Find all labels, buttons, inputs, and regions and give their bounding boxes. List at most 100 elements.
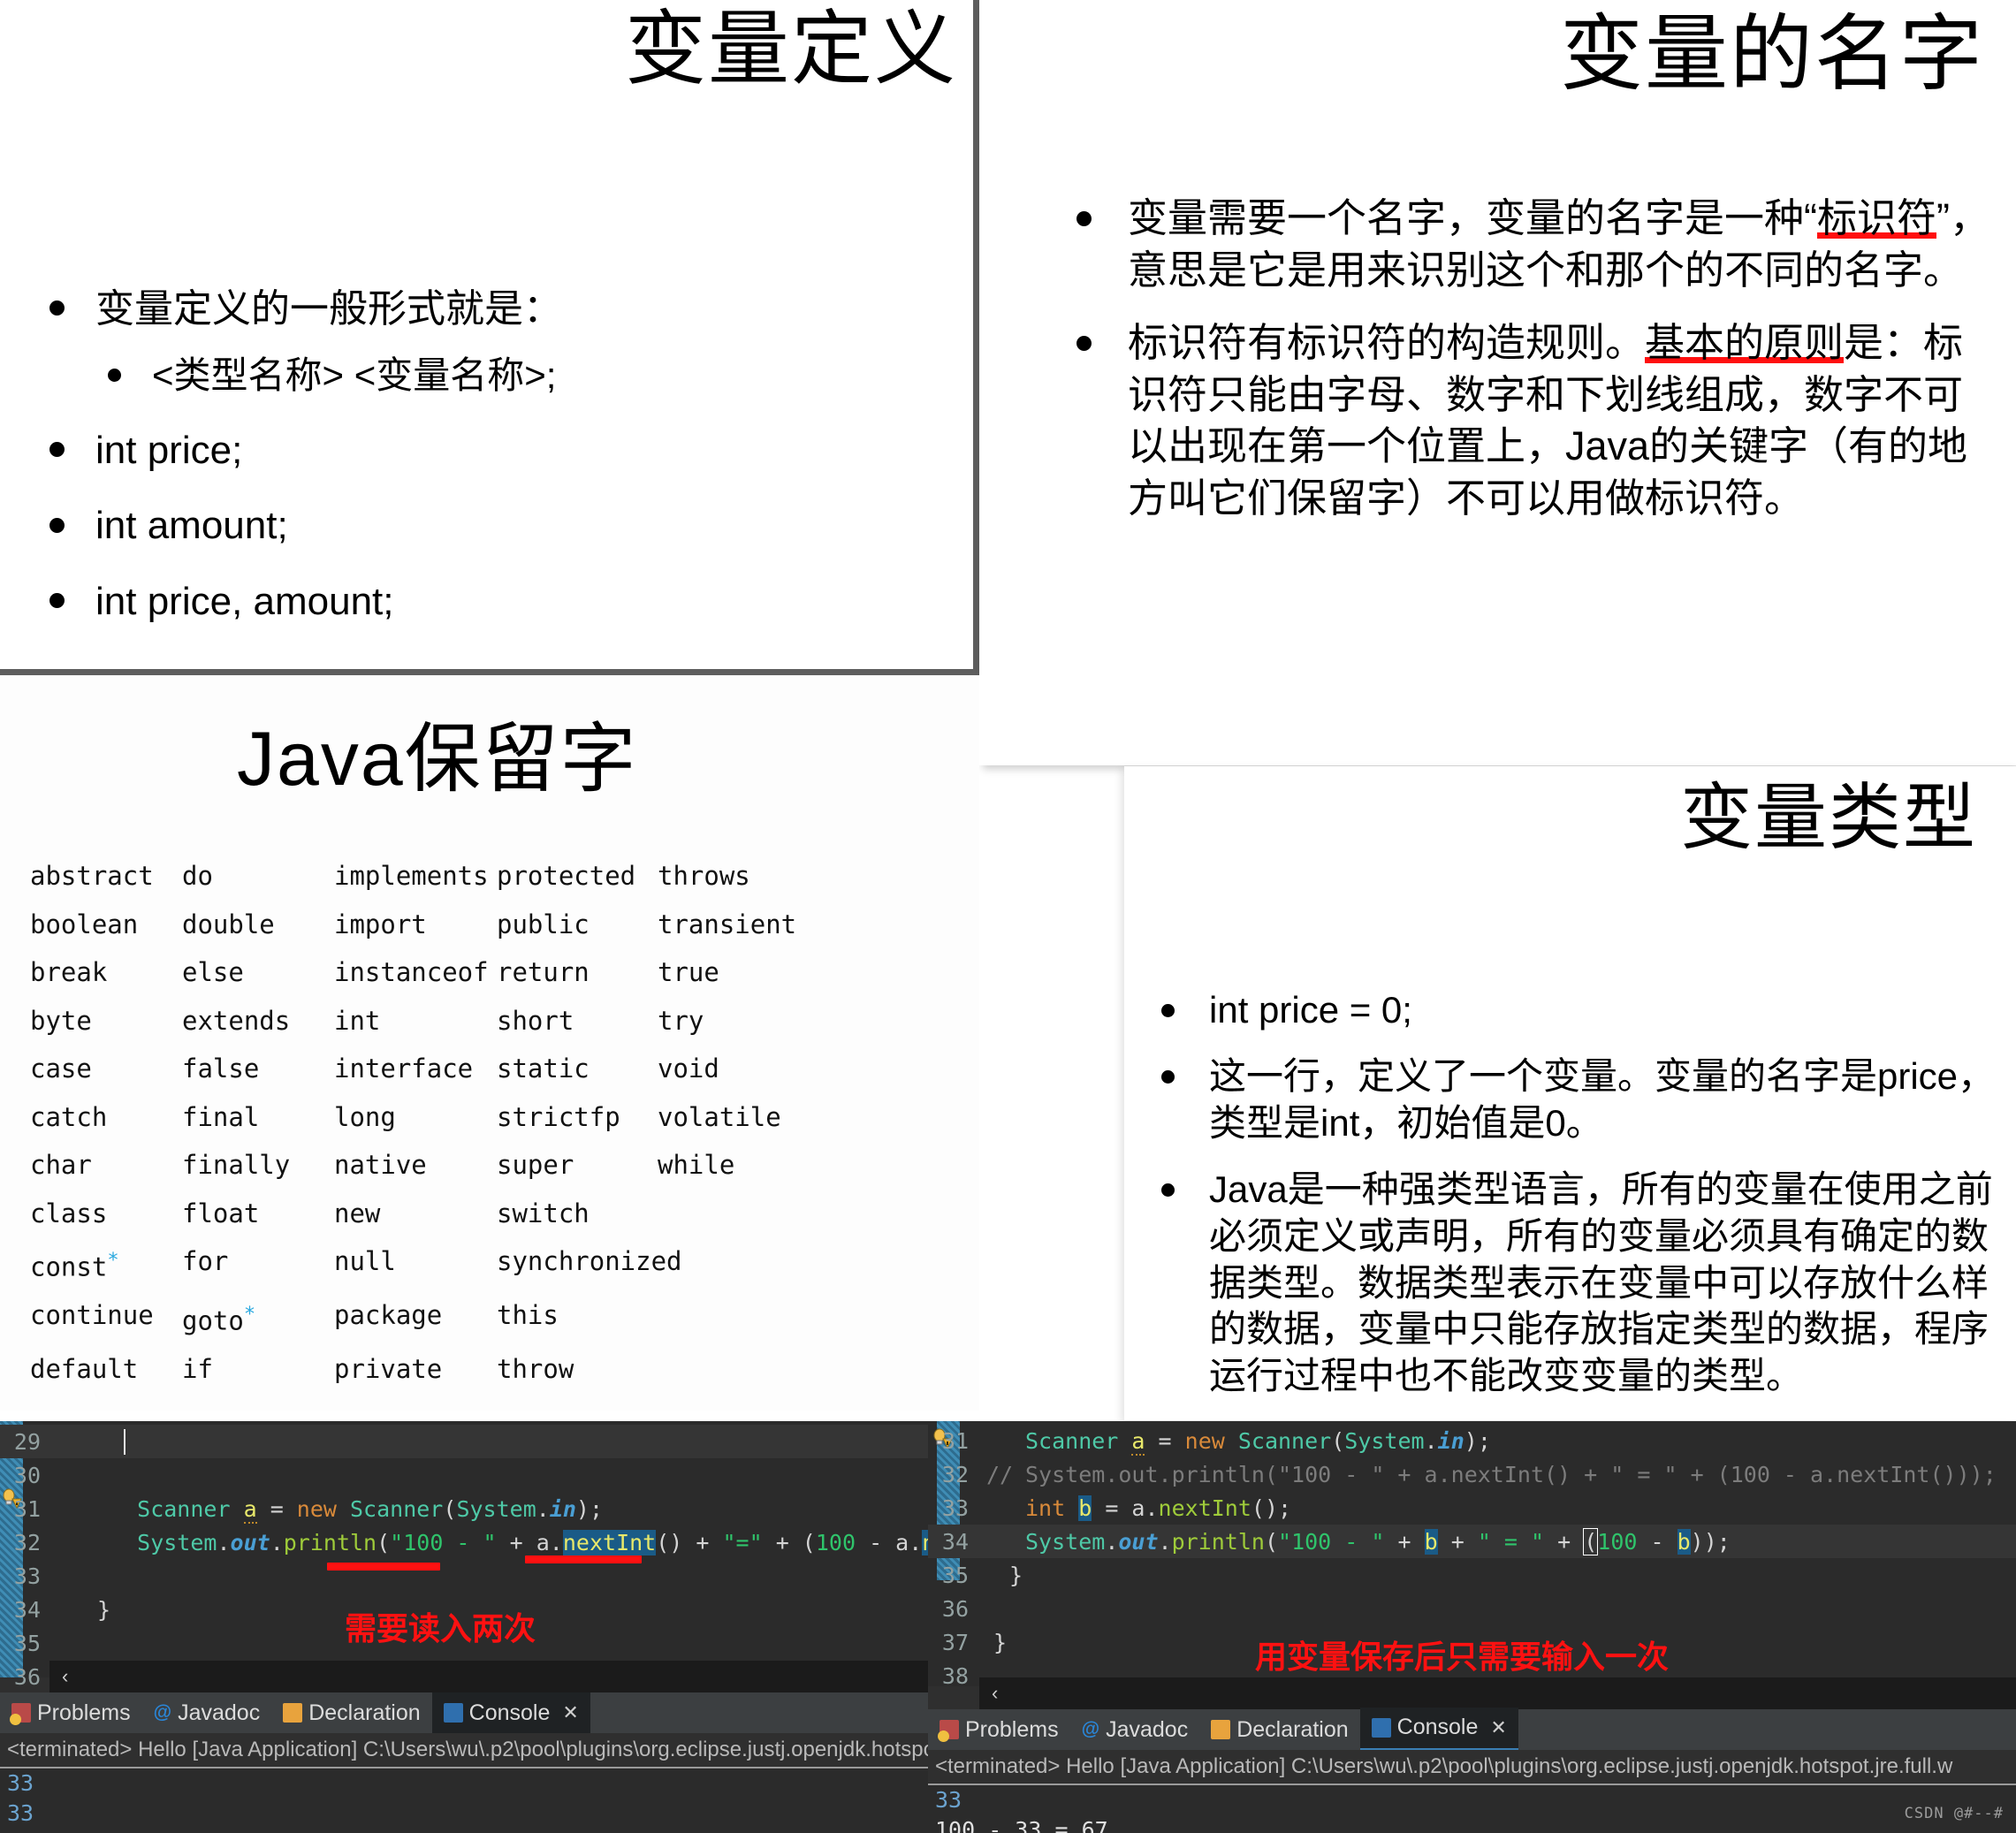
keyword-cell: byte — [30, 1005, 92, 1036]
keyword-cell-empty — [658, 1345, 808, 1394]
editor-hscroll-left[interactable]: ‹ — [49, 1661, 928, 1692]
keyword-cell: short — [497, 1005, 574, 1036]
list-item-label: 变量定义的一般形式就是： — [95, 287, 562, 331]
tab-javadoc[interactable]: @ Javadoc — [1070, 1709, 1200, 1750]
keyword-cell: null — [334, 1246, 396, 1276]
close-icon[interactable]: ✕ — [562, 1701, 578, 1724]
code-text: } — [993, 1629, 1008, 1655]
keyword-cell: this — [497, 1300, 559, 1331]
keyword-cell: instanceof — [334, 957, 489, 987]
bullet-list: 变量定义的一般形式就是： <类型名称> <变量名称>; int price; i… — [49, 283, 942, 650]
keyword-cell: while — [658, 1150, 735, 1180]
keyword-cell: protected — [497, 861, 636, 891]
keyword-cell: private — [334, 1354, 443, 1385]
code-line[interactable]: 35 } — [928, 1558, 2016, 1592]
bullet-dot-icon — [49, 442, 65, 458]
bullet-list: int price = 0; 这一行，定义了一个变量。变量的名字是price，类… — [1161, 987, 2001, 1419]
list-item-label: Java是一种强类型语言，所有的变量在使用之前必须定义或声明，所有的变量必须具有… — [1209, 1167, 1993, 1397]
keyword-cell: implements — [334, 861, 489, 891]
tab-console[interactable]: Console ✕ — [1359, 1707, 1518, 1753]
tab-problems[interactable]: Problems — [0, 1692, 142, 1733]
list-item-label: <类型名称> <变量名称>; — [152, 354, 557, 397]
code-line[interactable]: 31 Scanner a = new Scanner(System.in); — [0, 1492, 928, 1525]
code-line[interactable]: 33 — [0, 1559, 928, 1593]
code-line[interactable]: 29 — [0, 1425, 928, 1458]
code-line[interactable]: 30 — [0, 1458, 928, 1492]
keyword-cell: long — [334, 1101, 396, 1132]
bullet-list: 变量需要一个名字，变量的名字是一种“标识符”，意思是它是用来识别这个和那个的不同… — [1076, 193, 1996, 545]
line-number: 31 — [13, 1495, 41, 1522]
keyword-cell-empty — [658, 1190, 808, 1238]
line-number: 38 — [941, 1662, 969, 1689]
tab-console[interactable]: Console ✕ — [431, 1692, 590, 1733]
page-title: 变量类型 — [1679, 778, 1977, 858]
line-number: 35 — [941, 1562, 969, 1588]
list-item: int price, amount; — [49, 575, 942, 627]
slide-java-reserved-words: Java保留字 abstract do implements protected thr… — [0, 675, 979, 1411]
list-item: 这一行，定义了一个变量。变量的名字是price，类型是int，初始值是0。 — [1161, 1053, 2001, 1147]
tab-label: Declaration — [308, 1700, 421, 1725]
bullet-dot-icon — [108, 368, 121, 382]
console-line: 33 — [7, 1800, 34, 1826]
console-output-right[interactable]: 33 100 - 33 = 67 — [928, 1785, 2016, 1833]
eclipse-window-left: 29 30 31 Scanner a = new Scanner(System.… — [0, 1421, 928, 1833]
keyword-cell: native — [334, 1150, 427, 1180]
list-item-label: int price = 0; — [1209, 989, 1412, 1031]
bullet-dot-icon — [1076, 335, 1092, 351]
console-output-left[interactable]: 33 33 100 - 33=67 — [0, 1768, 928, 1833]
editor-hscroll-right[interactable]: ‹ — [979, 1677, 2016, 1709]
keyword-cell: public — [497, 909, 590, 939]
tab-javadoc[interactable]: @ Javadoc — [142, 1692, 272, 1733]
line-number: 34 — [13, 1596, 41, 1623]
page-title: Java保留字 — [237, 717, 638, 802]
keyword-cell: float — [182, 1198, 260, 1228]
code-line[interactable]: 34 System.out.println("100 - " + b + " =… — [928, 1525, 2016, 1558]
console-line: 100 - 33 = 67 — [935, 1817, 1108, 1833]
annotation-text: 需要读入两次 — [345, 1610, 536, 1647]
eclipse-window-right: 31 Scanner a = new Scanner(System.in); 3… — [928, 1421, 2016, 1833]
keyword-cell: char — [30, 1150, 92, 1180]
tab-problems[interactable]: Problems — [928, 1709, 1070, 1750]
line-number: 37 — [941, 1629, 969, 1655]
tab-label: Console — [1396, 1715, 1479, 1739]
code-line[interactable]: 32 System.out.println("100 - " + a.nextI… — [0, 1525, 928, 1559]
keyword-cell: abstract — [30, 861, 154, 891]
code-text: Scanner a = new Scanner(System.in); — [97, 1495, 604, 1524]
keyword-cell: case — [30, 1053, 92, 1084]
watermark: CSDN @#--# — [1904, 1805, 2004, 1822]
code-editor-right[interactable]: 31 Scanner a = new Scanner(System.in); 3… — [928, 1421, 2016, 1689]
code-line[interactable]: 33 int b = a.nextInt(); — [928, 1491, 2016, 1525]
keyword-cell: throw — [497, 1354, 574, 1385]
keyword-cell: for — [182, 1246, 229, 1276]
page-title: 变量的名字 — [1559, 7, 1984, 100]
code-line[interactable]: 36 — [928, 1592, 2016, 1625]
keyword-cell: class — [30, 1198, 108, 1228]
tab-label: Javadoc — [1106, 1716, 1189, 1742]
tab-declaration[interactable]: Declaration — [1199, 1709, 1359, 1750]
keyword-cell: int — [334, 1005, 381, 1036]
tab-label: Problems — [37, 1700, 131, 1725]
list-item-label: int price, amount; — [95, 579, 394, 623]
code-line[interactable]: 31 Scanner a = new Scanner(System.in); — [928, 1424, 2016, 1457]
close-icon[interactable]: ✕ — [1490, 1716, 1506, 1739]
keyword-cell: boolean — [30, 909, 139, 939]
code-text: int b = a.nextInt(); — [1025, 1495, 1292, 1521]
code-line[interactable]: 32 // System.out.println("100 - " + a.ne… — [928, 1457, 2016, 1491]
list-item: Java是一种强类型语言，所有的变量在使用之前必须定义或声明，所有的变量必须具有… — [1161, 1167, 2001, 1401]
bullet-dot-icon — [49, 300, 65, 316]
tab-declaration[interactable]: Declaration — [271, 1692, 431, 1733]
tab-label: Console — [468, 1700, 551, 1725]
javadoc-icon: @ — [1081, 1719, 1100, 1739]
code-text: System.out.println("100 - " + a.nextInt(… — [1025, 1461, 1997, 1487]
scroll-left-arrow-icon[interactable]: ‹ — [992, 1682, 998, 1705]
keyword-cell: static — [497, 1053, 590, 1084]
keyword-cell: catch — [30, 1101, 108, 1132]
keyword-cell: false — [182, 1053, 260, 1084]
list-item-label: 变量需要一个名字，变量的名字是一种“标识符”，意思是它是用来识别这个和那个的不同… — [1128, 193, 1996, 296]
bullet-dot-icon — [1161, 1004, 1175, 1018]
scroll-left-arrow-icon[interactable]: ‹ — [62, 1665, 68, 1688]
console-line: 100 - 33=67 — [7, 1829, 928, 1833]
console-icon — [443, 1703, 463, 1723]
code-editor-left[interactable]: 29 30 31 Scanner a = new Scanner(System.… — [0, 1421, 928, 1723]
line-number: 36 — [13, 1663, 41, 1690]
